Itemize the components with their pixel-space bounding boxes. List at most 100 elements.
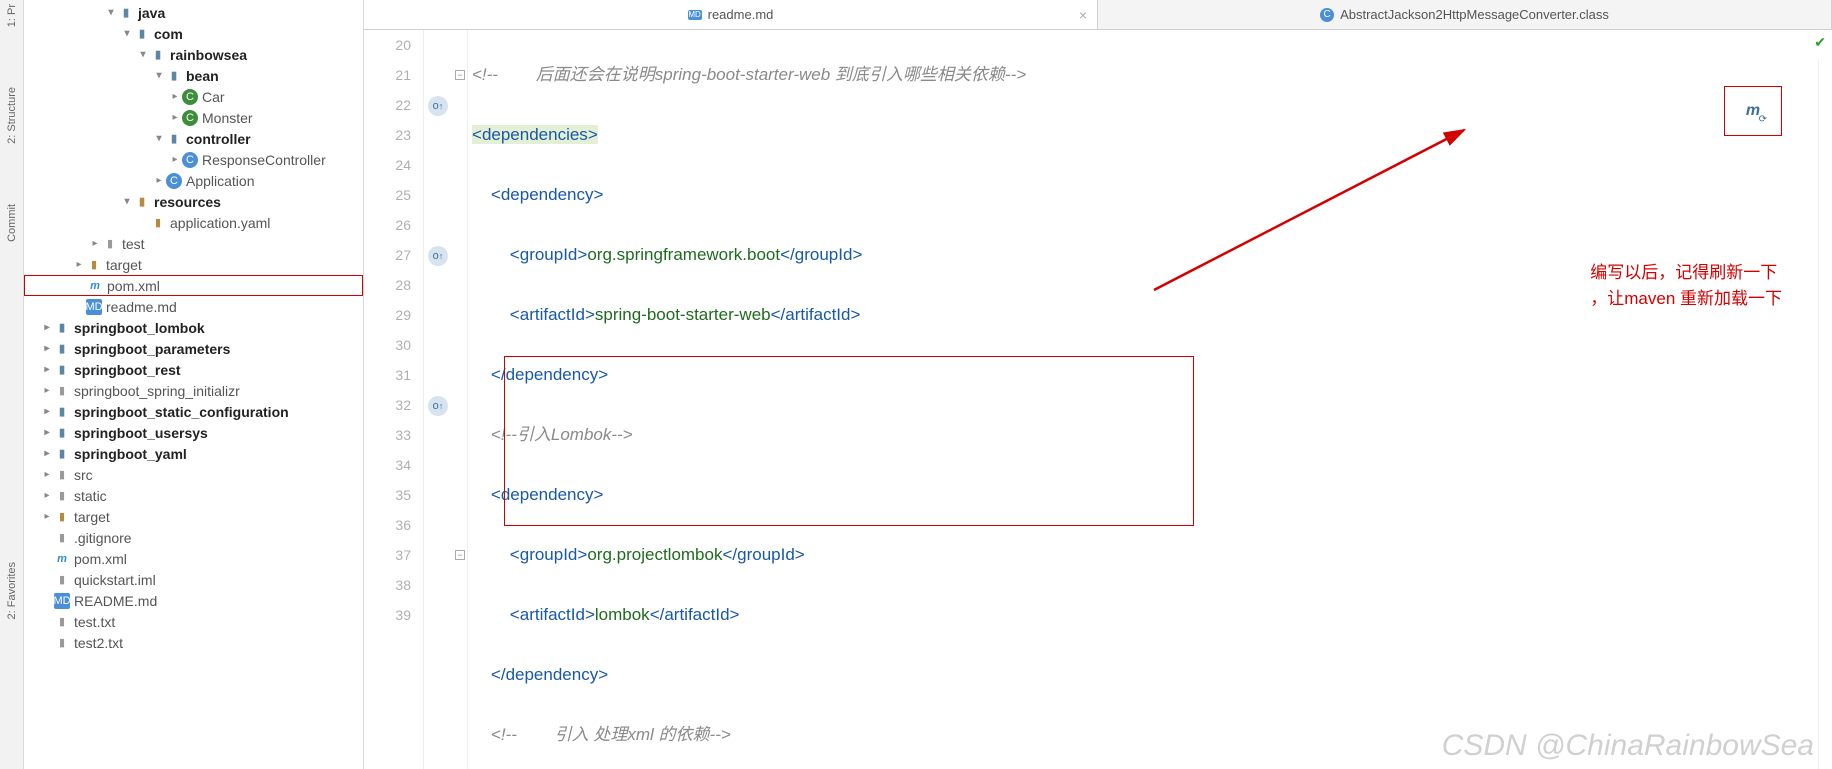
line-number[interactable]: 38 — [364, 570, 411, 600]
tree-item[interactable]: ▸▮static — [24, 485, 363, 506]
tree-item[interactable]: ▸▮target — [24, 254, 363, 275]
expand-icon[interactable]: ▾ — [120, 28, 134, 39]
line-number[interactable]: 29 — [364, 300, 411, 330]
fold-dir-icon: ▮ — [150, 47, 166, 63]
expand-icon[interactable]: ▸ — [40, 364, 54, 375]
line-number[interactable]: 24 — [364, 150, 411, 180]
tree-item[interactable]: ▸▮springboot_parameters — [24, 338, 363, 359]
expand-icon[interactable]: ▸ — [40, 448, 54, 459]
line-number[interactable]: 37 — [364, 540, 411, 570]
tree-item[interactable]: ▮test.txt — [24, 611, 363, 632]
tree-item[interactable]: ▸CCar — [24, 86, 363, 107]
md-icon: MD — [86, 299, 102, 315]
expand-icon[interactable]: ▸ — [72, 259, 86, 270]
maven-reload-button[interactable]: m ⟳ — [1724, 86, 1782, 136]
tree-item[interactable]: ▾▮bean — [24, 65, 363, 86]
expand-icon[interactable]: ▸ — [168, 154, 182, 165]
expand-icon[interactable]: ▸ — [40, 427, 54, 438]
line-number[interactable]: 36 — [364, 510, 411, 540]
tree-label: springboot_parameters — [74, 341, 230, 357]
expand-icon[interactable]: ▸ — [40, 343, 54, 354]
tree-item[interactable]: ▸▮springboot_spring_initializr — [24, 380, 363, 401]
expand-icon[interactable]: ▾ — [136, 49, 150, 60]
tree-item[interactable]: ▸CApplication — [24, 170, 363, 191]
expand-icon[interactable]: ▸ — [40, 469, 54, 480]
expand-icon[interactable]: ▸ — [88, 238, 102, 249]
tree-item[interactable]: ▸▮springboot_lombok — [24, 317, 363, 338]
tree-item[interactable]: ▮.gitignore — [24, 527, 363, 548]
line-number[interactable]: 33 — [364, 420, 411, 450]
fold-toggle-icon[interactable]: − — [455, 70, 465, 80]
line-number[interactable]: 27 — [364, 240, 411, 270]
tab-readme[interactable]: MD readme.md × — [364, 0, 1098, 29]
tree-item[interactable]: ▾▮controller — [24, 128, 363, 149]
expand-icon[interactable]: ▸ — [40, 385, 54, 396]
line-number[interactable]: 39 — [364, 600, 411, 630]
expand-icon[interactable]: ▸ — [40, 406, 54, 417]
tree-item[interactable]: mpom.xml — [24, 275, 363, 296]
tree-item[interactable]: ▸CResponseController — [24, 149, 363, 170]
override-icon[interactable]: o↑ — [428, 96, 448, 116]
line-number[interactable]: 21 — [364, 60, 411, 90]
line-number[interactable]: 28 — [364, 270, 411, 300]
tree-item[interactable]: ▸▮springboot_rest — [24, 359, 363, 380]
close-icon[interactable]: × — [1079, 7, 1087, 23]
tree-item[interactable]: ▸▮target — [24, 506, 363, 527]
expand-icon[interactable]: ▾ — [152, 70, 166, 81]
fold-column[interactable]: − − — [454, 30, 468, 769]
line-number[interactable]: 22 — [364, 90, 411, 120]
line-number[interactable]: 34 — [364, 450, 411, 480]
tree-item[interactable]: ▾▮com — [24, 23, 363, 44]
tree-item[interactable]: MDREADME.md — [24, 590, 363, 611]
tree-item[interactable]: ▸▮src — [24, 464, 363, 485]
override-icon[interactable]: o↑ — [428, 246, 448, 266]
refresh-icon: ⟳ — [1759, 114, 1767, 125]
expand-icon[interactable]: ▸ — [152, 175, 166, 186]
tree-item[interactable]: ▸▮springboot_usersys — [24, 422, 363, 443]
tree-item[interactable]: ▾▮resources — [24, 191, 363, 212]
tree-label: springboot_yaml — [74, 446, 187, 462]
tree-item[interactable]: ▮application.yaml — [24, 212, 363, 233]
expand-icon[interactable]: ▸ — [40, 511, 54, 522]
rail-favorites[interactable]: 2: Favorites — [6, 562, 18, 619]
fold-dir-icon: ▮ — [54, 425, 70, 441]
error-stripe[interactable] — [1818, 60, 1832, 769]
tree-item[interactable]: MDreadme.md — [24, 296, 363, 317]
tree-item[interactable]: mpom.xml — [24, 548, 363, 569]
expand-icon[interactable]: ▾ — [104, 7, 118, 18]
tree-item[interactable]: ▸CMonster — [24, 107, 363, 128]
expand-icon[interactable]: ▸ — [40, 322, 54, 333]
line-number[interactable]: 23 — [364, 120, 411, 150]
rail-structure[interactable]: 2: Structure — [6, 87, 18, 144]
code-editor[interactable]: <!-- 后面还会在说明spring-boot-starter-web 到底引入… — [468, 30, 1832, 769]
tree-item[interactable]: ▾▮rainbowsea — [24, 44, 363, 65]
line-number[interactable]: 35 — [364, 480, 411, 510]
rail-commit[interactable]: Commit — [6, 204, 18, 242]
tree-item[interactable]: ▾▮java — [24, 2, 363, 23]
rail-project[interactable]: 1: Pr — [6, 4, 18, 27]
expand-icon[interactable]: ▸ — [40, 490, 54, 501]
tree-item[interactable]: ▮quickstart.iml — [24, 569, 363, 590]
expand-icon[interactable]: ▾ — [120, 196, 134, 207]
line-number[interactable]: 25 — [364, 180, 411, 210]
line-number[interactable]: 30 — [364, 330, 411, 360]
inspection-ok-icon[interactable]: ✔ — [1814, 34, 1826, 51]
tree-item[interactable]: ▸▮test — [24, 233, 363, 254]
expand-icon[interactable]: ▸ — [168, 112, 182, 123]
line-number[interactable]: 31 — [364, 360, 411, 390]
expand-icon[interactable]: ▾ — [152, 133, 166, 144]
project-tree[interactable]: ▾▮java▾▮com▾▮rainbowsea▾▮bean▸CCar▸CMons… — [24, 0, 364, 769]
line-number[interactable]: 20 — [364, 30, 411, 60]
tree-item[interactable]: ▸▮springboot_static_configuration — [24, 401, 363, 422]
tree-item[interactable]: ▸▮springboot_yaml — [24, 443, 363, 464]
expand-icon[interactable]: ▸ — [168, 91, 182, 102]
tree-item[interactable]: ▮test2.txt — [24, 632, 363, 653]
line-number[interactable]: 26 — [364, 210, 411, 240]
fold-res-icon: ▮ — [86, 257, 102, 273]
fold-dir-icon: ▮ — [134, 26, 150, 42]
override-icon[interactable]: o↑ — [428, 396, 448, 416]
tab-class-file[interactable]: C AbstractJackson2HttpMessageConverter.c… — [1098, 0, 1832, 29]
fold-toggle-icon[interactable]: − — [455, 550, 465, 560]
line-number-gutter[interactable]: 2021222324252627282930313233343536373839 — [364, 30, 424, 769]
line-number[interactable]: 32 — [364, 390, 411, 420]
